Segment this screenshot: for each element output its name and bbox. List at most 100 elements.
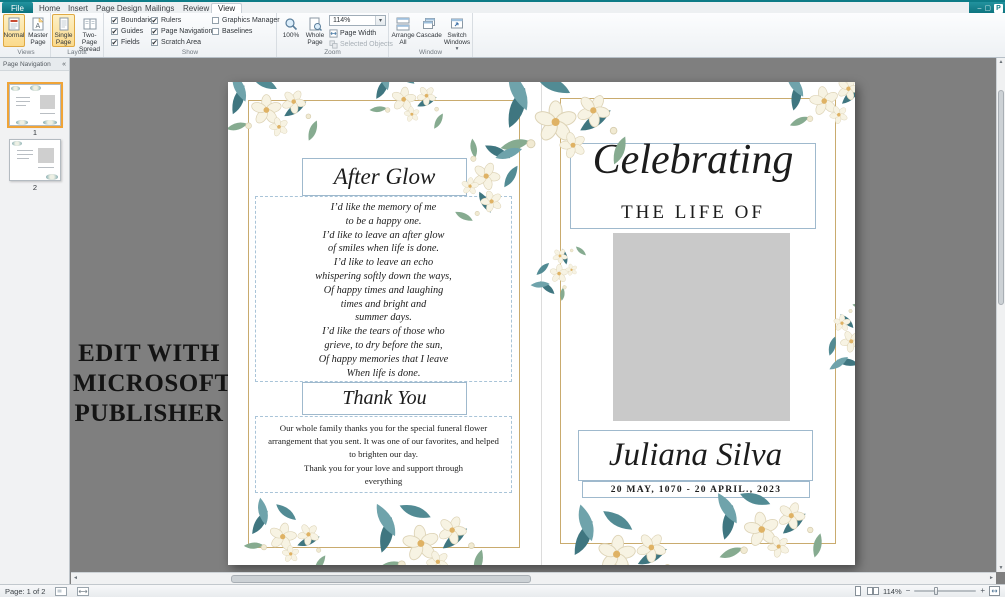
page-navigation-panel: Page Navigation « 1 2	[0, 58, 70, 584]
zoom-out-icon[interactable]: −	[906, 587, 911, 595]
horizontal-scrollbar[interactable]: ◄ ►	[71, 572, 996, 584]
zoom-percentage[interactable]: 114%	[883, 587, 902, 596]
checkbox-boundaries[interactable]: Boundaries	[111, 16, 156, 25]
switch-windows-icon	[450, 17, 464, 31]
checkbox-label: Baselines	[222, 28, 253, 35]
checkbox-graphics-manager[interactable]: Graphics Manager	[212, 16, 280, 25]
thanks-line: Our whole family thanks you for the spec…	[279, 423, 488, 433]
zoom-100-button[interactable]: 100%	[280, 14, 302, 47]
poem-line: I’d like the memory of me	[330, 202, 437, 213]
document-canvas[interactable]: EDIT WITH MICROSOFT PUBLISHER After Glow…	[71, 58, 996, 572]
layout-group-label: Layout	[67, 49, 87, 56]
checkbox-label: Guides	[121, 28, 144, 35]
checkbox-fields[interactable]: Fields	[111, 38, 140, 47]
two-page-spread-document[interactable]: After Glow I’d like the memory of me to …	[228, 82, 855, 565]
switch-windows-button[interactable]: Switch Windows ▾	[442, 14, 472, 52]
zoom-combobox[interactable]: 114% ▾	[329, 15, 386, 26]
collapse-panel-icon[interactable]: «	[62, 61, 66, 68]
checkbox-baselines[interactable]: Baselines	[212, 27, 252, 36]
object-position-icon	[55, 586, 68, 596]
cascade-button[interactable]: Cascade	[416, 14, 442, 47]
checkbox-label: Page Navigation	[161, 28, 213, 35]
page-thumbnail-1[interactable]	[7, 82, 63, 128]
scroll-up-icon[interactable]: ▲	[997, 59, 1005, 65]
checkbox-icon	[151, 16, 158, 25]
spread-view-icon[interactable]	[867, 586, 880, 596]
publisher-window: File Home Insert Page Design Mailings Re…	[0, 0, 1005, 597]
page-thumbnail-2[interactable]	[9, 139, 61, 181]
maximize-icon[interactable]: ▢	[984, 5, 991, 12]
the-life-of-subtitle[interactable]: THE LIFE OF	[570, 202, 816, 224]
single-page-view-icon[interactable]	[853, 586, 863, 596]
checkbox-icon	[111, 27, 118, 36]
zoom-slider-thumb[interactable]	[934, 587, 939, 595]
thanks-line: Thank you for your love and support thro…	[303, 462, 464, 473]
chevron-down-icon[interactable]: ▾	[375, 16, 385, 25]
checkbox-scratch-area[interactable]: Scratch Area	[151, 38, 201, 47]
cascade-label: Cascade	[416, 32, 442, 39]
page-seam	[541, 82, 542, 565]
photo-placeholder[interactable]	[613, 233, 790, 421]
page-width-button[interactable]: Page Width	[329, 28, 376, 38]
window-group-label: Window	[418, 49, 443, 56]
whole-page-button[interactable]: Whole Page	[303, 14, 327, 47]
cascade-icon	[422, 17, 436, 31]
master-page-button[interactable]: A Master Page	[26, 14, 50, 47]
checkbox-guides[interactable]: Guides	[111, 27, 143, 36]
celebrating-title[interactable]: Celebrating	[572, 126, 814, 194]
ribbon-tab-bar: File Home Insert Page Design Mailings Re…	[0, 0, 1005, 15]
poem-text-box[interactable]: I’d like the memory of me to be a happy …	[255, 196, 512, 382]
poem-line: summer days.	[355, 312, 412, 324]
whole-page-icon	[308, 17, 322, 31]
checkbox-icon	[151, 38, 158, 47]
poem-line: When life is done.	[346, 367, 421, 379]
thanks-line: everything	[364, 475, 403, 486]
poem-line: I’d like the tears of those who	[322, 326, 445, 338]
fit-page-icon[interactable]	[989, 586, 1000, 596]
thank-you-text-box[interactable]: Our whole family thanks you for the spec…	[255, 416, 512, 493]
after-glow-title-box[interactable]: After Glow	[302, 158, 467, 196]
selected-objects-icon	[329, 39, 338, 49]
page-number-2: 2	[32, 183, 38, 192]
page-indicator[interactable]: Page: 1 of 2	[5, 587, 45, 596]
arrange-all-button[interactable]: Arrange All	[390, 14, 416, 47]
single-page-button[interactable]: Single Page	[52, 14, 75, 47]
publisher-logo-icon: P	[994, 4, 1003, 13]
minimize-icon[interactable]: –	[977, 5, 981, 12]
whole-page-label: Whole Page	[305, 32, 325, 46]
ribbon-group-layout: Single Page Two-Page Spread Layout	[51, 13, 104, 57]
magnifier-icon	[284, 17, 298, 31]
overlay-line: MICROSOFT	[73, 370, 232, 397]
poem-line: I’d like to leave an after glow	[322, 229, 445, 241]
checkbox-icon	[212, 28, 219, 35]
poem-line: of smiles when life is done.	[328, 243, 439, 255]
zoom-slider[interactable]	[914, 587, 977, 595]
master-page-icon: A	[31, 17, 45, 31]
selected-objects-button[interactable]: Selected Objects	[329, 39, 393, 49]
horizontal-scrollbar-thumb[interactable]	[231, 575, 531, 583]
switch-windows-label: Switch Windows	[443, 32, 471, 46]
name-text-box[interactable]: Juliana Silva	[578, 430, 813, 481]
zoom-in-icon[interactable]: +	[980, 587, 985, 595]
views-group-label: Views	[17, 49, 35, 56]
poem-line: Of happy times and laughing	[323, 284, 444, 296]
ribbon-group-window: Arrange All Cascade Switch Windows ▾ Win…	[389, 13, 473, 57]
dates-text-box[interactable]: 20 MAY, 1070 - 20 APRIL., 2023	[582, 481, 810, 498]
scroll-left-icon[interactable]: ◄	[73, 575, 78, 581]
scroll-down-icon[interactable]: ▼	[997, 565, 1005, 571]
checkbox-icon	[151, 27, 158, 36]
two-page-spread-button[interactable]: Two-Page Spread	[76, 14, 103, 53]
checkbox-icon	[111, 38, 118, 47]
thank-you-title-box[interactable]: Thank You	[302, 382, 467, 415]
scroll-right-icon[interactable]: ►	[989, 575, 994, 581]
vertical-scrollbar[interactable]: ▲ ▼	[996, 58, 1005, 572]
checkbox-page-navigation[interactable]: Page Navigation	[151, 27, 212, 36]
checkbox-label: Scratch Area	[161, 39, 202, 46]
normal-view-button[interactable]: Normal	[3, 14, 25, 47]
selected-objects-label: Selected Objects	[340, 40, 393, 48]
checkbox-rulers[interactable]: Rulers	[151, 16, 181, 25]
thanks-line: to brighten our day.	[349, 449, 418, 460]
page-number-1: 1	[32, 128, 38, 137]
edit-with-publisher-overlay[interactable]: EDIT WITH MICROSOFT PUBLISHER	[73, 339, 232, 429]
vertical-scrollbar-thumb[interactable]	[998, 90, 1004, 305]
